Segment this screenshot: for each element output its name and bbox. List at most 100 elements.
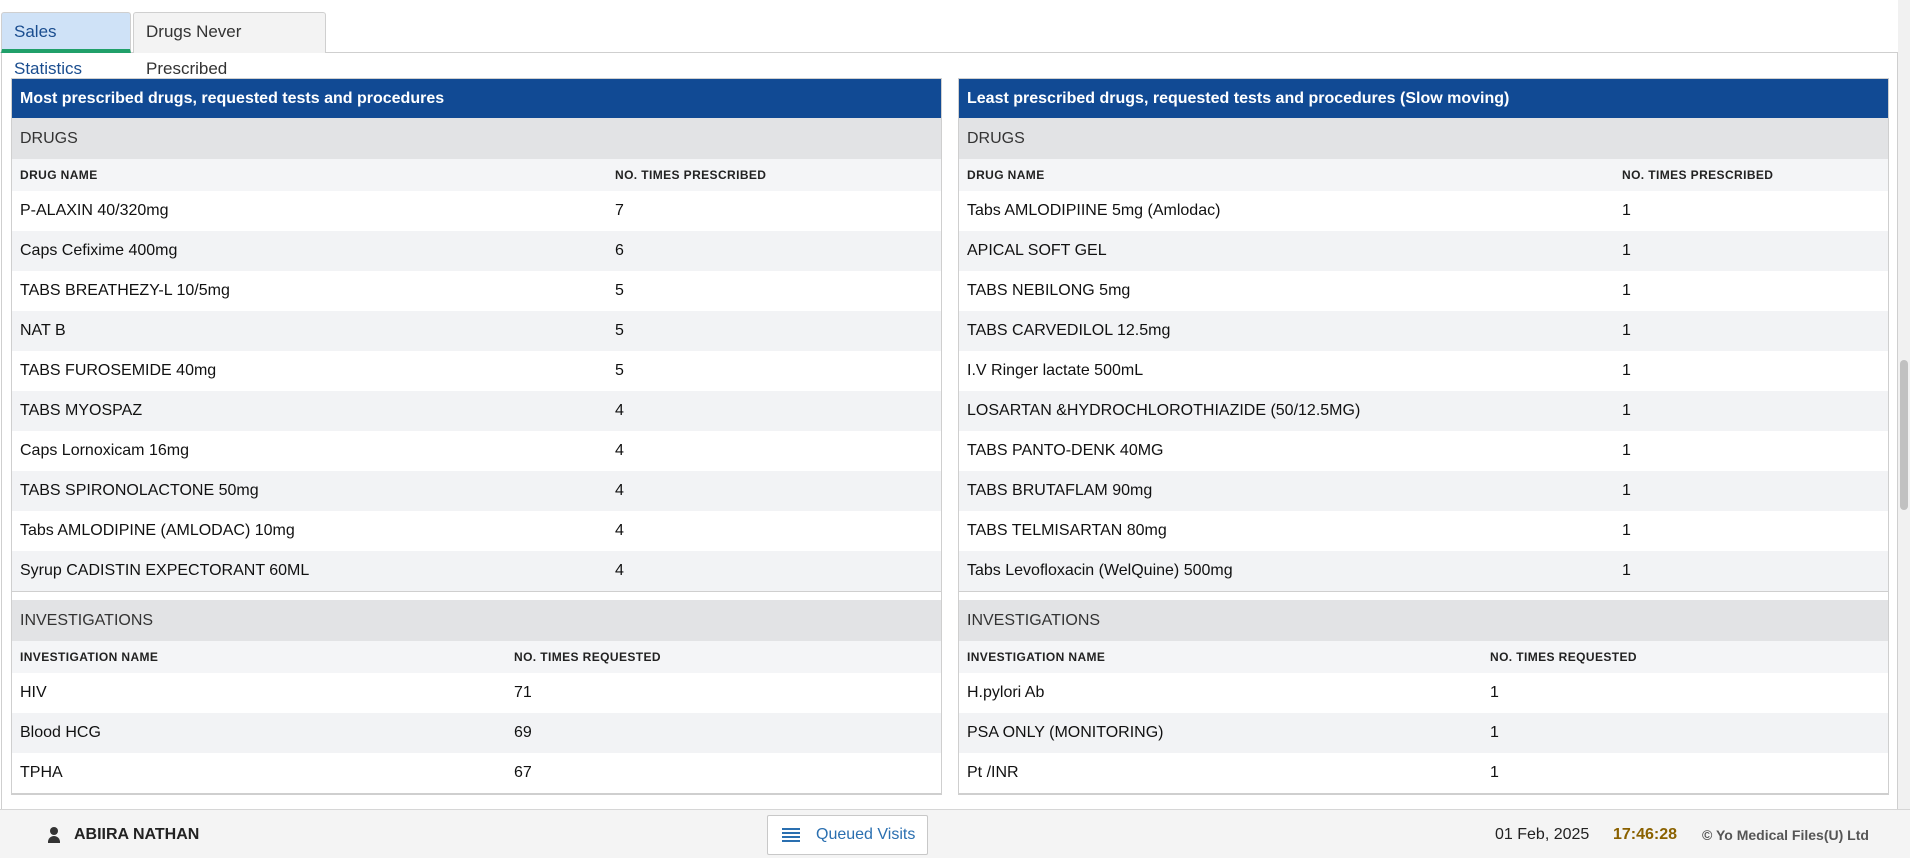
col-drug-name: DRUG NAME xyxy=(967,168,1045,182)
drug-name: APICAL SOFT GEL xyxy=(967,242,1107,259)
drug-count: 1 xyxy=(1622,322,1631,339)
col-drug-name: DRUG NAME xyxy=(20,168,98,182)
drug-name: Caps Lornoxicam 16mg xyxy=(20,442,189,459)
table-row: Tabs Levofloxacin (WelQuine) 500mg 1 xyxy=(959,551,1888,591)
left-drugs-header: DRUG NAME NO. TIMES PRESCRIBED xyxy=(12,159,941,191)
investigation-count: 1 xyxy=(1490,764,1499,781)
investigation-count: 69 xyxy=(514,724,532,741)
drug-name: Tabs AMLODIPINE (AMLODAC) 10mg xyxy=(20,522,295,539)
tab-sales-statistics[interactable]: Sales Statistics xyxy=(1,12,131,78)
investigation-name: H.pylori Ab xyxy=(967,684,1045,701)
investigation-name: PSA ONLY (MONITORING) xyxy=(967,724,1164,741)
drug-name: Caps Cefixime 400mg xyxy=(20,242,178,259)
table-row: TABS BRUTAFLAM 90mg 1 xyxy=(959,471,1888,511)
investigation-count: 1 xyxy=(1490,724,1499,741)
queued-visits-label: Queued Visits xyxy=(816,826,916,843)
investigation-count: 67 xyxy=(514,764,532,781)
table-row: TABS BREATHEZY-L 10/5mg 5 xyxy=(12,271,941,311)
table-row: Tabs AMLODIPIINE 5mg (Amlodac) 1 xyxy=(959,191,1888,231)
investigation-count: 1 xyxy=(1490,684,1499,701)
scrollbar-thumb[interactable] xyxy=(1900,360,1908,510)
drug-count: 7 xyxy=(615,202,624,219)
drug-name: LOSARTAN &HYDROCHLOROTHIAZIDE (50/12.5MG… xyxy=(967,402,1361,419)
current-date: 01 Feb, 2025 xyxy=(1495,826,1590,843)
investigation-name: Blood HCG xyxy=(20,724,101,741)
drug-count: 1 xyxy=(1622,402,1631,419)
drug-count: 4 xyxy=(615,522,624,539)
table-row: Caps Lornoxicam 16mg 4 xyxy=(12,431,941,471)
drug-name: TABS BRUTAFLAM 90mg xyxy=(967,482,1153,499)
col-investigation-name: INVESTIGATION NAME xyxy=(20,650,159,664)
table-row: LOSARTAN &HYDROCHLOROTHIAZIDE (50/12.5MG… xyxy=(959,391,1888,431)
tab-bar: Sales Statistics Drugs Never Prescribed xyxy=(0,12,1898,78)
table-row: Tabs AMLODIPINE (AMLODAC) 10mg 4 xyxy=(12,511,941,551)
drug-name: Tabs Levofloxacin (WelQuine) 500mg xyxy=(967,562,1233,579)
drug-count: 1 xyxy=(1622,522,1631,539)
current-user: ABIIRA NATHAN xyxy=(46,826,199,844)
list-icon xyxy=(782,827,800,843)
table-row: TABS PANTO-DENK 40MG 1 xyxy=(959,431,1888,471)
table-row: APICAL SOFT GEL 1 xyxy=(959,231,1888,271)
drug-name: I.V Ringer lactate 500mL xyxy=(967,362,1144,379)
left-investigations-header: INVESTIGATION NAME NO. TIMES REQUESTED xyxy=(12,641,941,673)
left-investigations-section: INVESTIGATIONS INVESTIGATION NAME NO. TI… xyxy=(12,600,941,794)
table-row: I.V Ringer lactate 500mL 1 xyxy=(959,351,1888,391)
user-name: ABIIRA NATHAN xyxy=(74,826,200,843)
right-drugs-section: DRUGS DRUG NAME NO. TIMES PRESCRIBED Tab… xyxy=(959,118,1888,592)
drug-count: 4 xyxy=(615,482,624,499)
investigation-name: TPHA xyxy=(20,764,63,781)
drug-count: 1 xyxy=(1622,202,1631,219)
col-investigation-name: INVESTIGATION NAME xyxy=(967,650,1106,664)
user-icon xyxy=(46,827,62,843)
drug-name: TABS CARVEDILOL 12.5mg xyxy=(967,322,1171,339)
table-row: Pt /INR 1 xyxy=(959,753,1888,793)
drug-name: Tabs AMLODIPIINE 5mg (Amlodac) xyxy=(967,202,1221,219)
left-drugs-title: DRUGS xyxy=(12,118,941,159)
right-investigations-section: INVESTIGATIONS INVESTIGATION NAME NO. TI… xyxy=(959,600,1888,794)
drug-name: TABS PANTO-DENK 40MG xyxy=(967,442,1164,459)
drug-count: 1 xyxy=(1622,442,1631,459)
right-drugs-header: DRUG NAME NO. TIMES PRESCRIBED xyxy=(959,159,1888,191)
table-row: H.pylori Ab 1 xyxy=(959,673,1888,713)
right-investigations-rows: H.pylori Ab 1 PSA ONLY (MONITORING) 1 Pt /… xyxy=(959,673,1888,793)
page-scrollbar[interactable] xyxy=(1898,0,1910,809)
right-drugs-title: DRUGS xyxy=(959,118,1888,159)
table-row: TABS NEBILONG 5mg 1 xyxy=(959,271,1888,311)
left-investigations-rows: HIV 71 Blood HCG 69 TPHA 67 xyxy=(12,673,941,793)
right-investigations-header: INVESTIGATION NAME NO. TIMES REQUESTED xyxy=(959,641,1888,673)
drug-count: 4 xyxy=(615,442,624,459)
drug-name: Syrup CADISTIN EXPECTORANT 60ML xyxy=(20,562,310,579)
tab-drugs-never-prescribed[interactable]: Drugs Never Prescribed xyxy=(133,12,326,78)
queued-visits-button[interactable]: Queued Visits xyxy=(767,815,928,855)
drug-name: TABS MYOSPAZ xyxy=(20,402,143,419)
table-row: TPHA 67 xyxy=(12,753,941,793)
current-time: 17:46:28 xyxy=(1613,826,1678,843)
drug-name: TABS FUROSEMIDE 40mg xyxy=(20,362,217,379)
table-row: TABS TELMISARTAN 80mg 1 xyxy=(959,511,1888,551)
drug-count: 1 xyxy=(1622,242,1631,259)
drug-count: 5 xyxy=(615,282,624,299)
table-row: Caps Cefixime 400mg 6 xyxy=(12,231,941,271)
col-times-requested: NO. TIMES REQUESTED xyxy=(514,650,661,664)
investigation-name: Pt /INR xyxy=(967,764,1019,781)
most-prescribed-panel: Most prescribed drugs, requested tests a… xyxy=(11,78,942,795)
left-investigations-title: INVESTIGATIONS xyxy=(12,600,941,641)
table-row: Syrup CADISTIN EXPECTORANT 60ML 4 xyxy=(12,551,941,591)
drug-count: 1 xyxy=(1622,482,1631,499)
drug-count: 6 xyxy=(615,242,624,259)
col-times-prescribed: NO. TIMES PRESCRIBED xyxy=(1622,168,1774,182)
table-row: TABS FUROSEMIDE 40mg 5 xyxy=(12,351,941,391)
least-prescribed-panel: Least prescribed drugs, requested tests … xyxy=(958,78,1889,795)
table-row: Blood HCG 69 xyxy=(12,713,941,753)
table-row: TABS MYOSPAZ 4 xyxy=(12,391,941,431)
most-prescribed-title: Most prescribed drugs, requested tests a… xyxy=(12,79,941,118)
least-prescribed-title: Least prescribed drugs, requested tests … xyxy=(959,79,1888,118)
drug-name: NAT B xyxy=(20,322,66,339)
drug-count: 4 xyxy=(615,562,624,579)
table-row: TABS CARVEDILOL 12.5mg 1 xyxy=(959,311,1888,351)
table-row: PSA ONLY (MONITORING) 1 xyxy=(959,713,1888,753)
drug-count: 1 xyxy=(1622,362,1631,379)
drug-name: P-ALAXIN 40/320mg xyxy=(20,202,169,219)
table-row: TABS SPIRONOLACTONE 50mg 4 xyxy=(12,471,941,511)
table-row: HIV 71 xyxy=(12,673,941,713)
